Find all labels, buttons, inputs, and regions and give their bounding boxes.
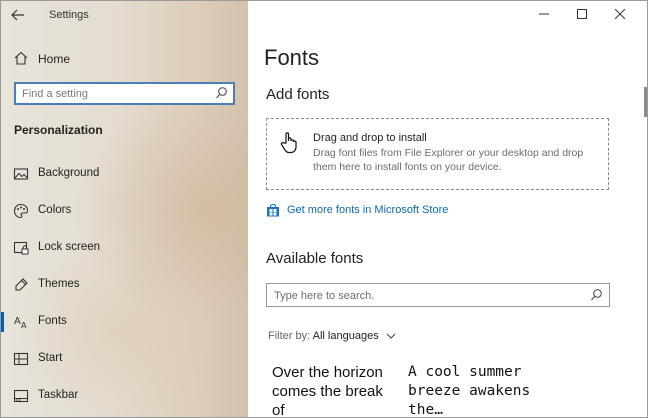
sidebar-item-fonts[interactable]: A A Fonts: [1, 307, 248, 337]
sidebar-item-taskbar[interactable]: Taskbar: [1, 381, 248, 411]
title-bar: Settings: [1, 1, 248, 29]
scrollbar-thumb[interactable]: [644, 87, 647, 117]
font-search-input[interactable]: [274, 288, 579, 303]
section-title-personalization: Personalization: [14, 123, 103, 137]
font-preview-card[interactable]: Over the horizon comes the break of: [272, 363, 392, 417]
back-button[interactable]: [11, 6, 31, 24]
close-icon: [614, 8, 626, 20]
microsoft-store-icon: [267, 204, 279, 217]
drop-zone-title: Drag and drop to install: [313, 132, 427, 144]
main-pane: Fonts Add fonts Drag and drop to install…: [248, 1, 647, 417]
maximize-icon: [577, 9, 587, 19]
back-arrow-icon: [11, 9, 24, 21]
sidebar-item-label: Taskbar: [38, 389, 79, 401]
close-button[interactable]: [605, 5, 635, 25]
taskbar-icon: [13, 389, 29, 403]
hand-pointer-icon: [280, 132, 297, 154]
active-indicator: [1, 312, 4, 332]
sidebar-item-label: Colors: [38, 204, 72, 216]
add-fonts-heading: Add fonts: [266, 86, 330, 103]
font-search-box[interactable]: [266, 283, 610, 307]
chevron-down-icon[interactable]: [386, 332, 396, 340]
sidebar-item-themes[interactable]: Themes: [1, 270, 248, 300]
drop-zone-description: Drag font files from File Explorer or yo…: [313, 147, 584, 173]
find-setting-search[interactable]: [14, 82, 235, 105]
settings-window: Settings Home Personalization Background: [0, 0, 648, 418]
sidebar-item-label: Themes: [38, 278, 80, 290]
app-title: Settings: [49, 9, 89, 21]
find-setting-input[interactable]: [22, 86, 207, 101]
fonts-icon: A A: [14, 316, 27, 330]
minimize-button[interactable]: [529, 5, 559, 25]
page-title: Fonts: [264, 45, 320, 70]
font-preview-card[interactable]: A cool summer breeze awakens the…: [408, 363, 538, 417]
minimize-icon: [539, 13, 549, 15]
nav-home-label: Home: [38, 52, 71, 66]
sidebar-item-colors[interactable]: Colors: [1, 196, 248, 226]
sidebar-item-start[interactable]: Start: [1, 344, 248, 374]
filter-value[interactable]: All languages: [313, 330, 379, 342]
svg-text:A: A: [14, 316, 21, 327]
sidebar-item-label: Lock screen: [38, 241, 101, 253]
sidebar-item-lock-screen[interactable]: Lock screen: [1, 233, 248, 263]
search-icon[interactable]: [590, 288, 603, 303]
colors-icon: [13, 203, 29, 219]
language-filter[interactable]: Filter by: All languages: [268, 330, 396, 342]
sidebar-item-label: Fonts: [38, 315, 67, 327]
home-icon: [14, 51, 28, 65]
filter-label: Filter by:: [268, 330, 311, 342]
lock-screen-icon: [13, 241, 29, 255]
sidebar: Settings Home Personalization Background: [1, 1, 248, 417]
svg-text:A: A: [21, 321, 27, 330]
sidebar-item-label: Start: [38, 352, 63, 364]
sidebar-item-label: Background: [38, 167, 100, 179]
sidebar-item-background[interactable]: Background: [1, 159, 248, 189]
microsoft-store-link-label: Get more fonts in Microsoft Store: [287, 204, 449, 216]
themes-icon: [15, 278, 28, 291]
maximize-button[interactable]: [567, 5, 597, 25]
font-drop-zone[interactable]: Drag and drop to install Drag font files…: [266, 118, 609, 190]
search-icon[interactable]: [215, 86, 228, 101]
nav-home[interactable]: Home: [1, 45, 248, 73]
available-fonts-heading: Available fonts: [266, 250, 364, 267]
background-icon: [13, 168, 29, 180]
start-icon: [13, 352, 29, 366]
window-controls: [529, 1, 647, 29]
